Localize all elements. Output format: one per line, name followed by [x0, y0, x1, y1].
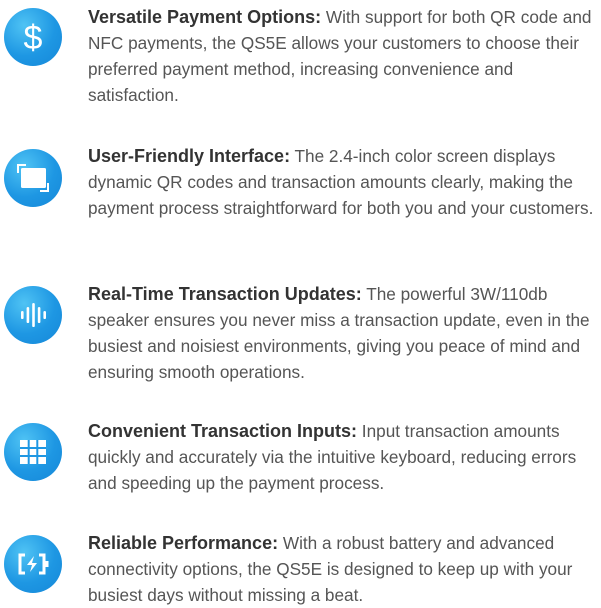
screen-icon	[4, 149, 62, 207]
feature-text: Versatile Payment Options: With support …	[88, 4, 598, 108]
feature-title: Versatile Payment Options:	[88, 7, 322, 27]
battery-charging-icon	[4, 535, 62, 593]
dollar-icon: $	[4, 8, 62, 66]
feature-title: Convenient Transaction Inputs:	[88, 421, 358, 441]
feature-title: User-Friendly Interface:	[88, 146, 291, 166]
feature-title: Real-Time Transaction Updates:	[88, 284, 362, 304]
feature-text: Reliable Performance: With a robust batt…	[88, 530, 598, 608]
feature-text: User-Friendly Interface: The 2.4-inch co…	[88, 143, 598, 221]
feature-title: Reliable Performance:	[88, 533, 279, 553]
keypad-icon	[4, 423, 62, 481]
sound-wave-icon	[4, 286, 62, 344]
svg-text:$: $	[24, 20, 43, 54]
feature-text: Real-Time Transaction Updates: The power…	[88, 281, 598, 385]
feature-text: Convenient Transaction Inputs: Input tra…	[88, 418, 598, 496]
